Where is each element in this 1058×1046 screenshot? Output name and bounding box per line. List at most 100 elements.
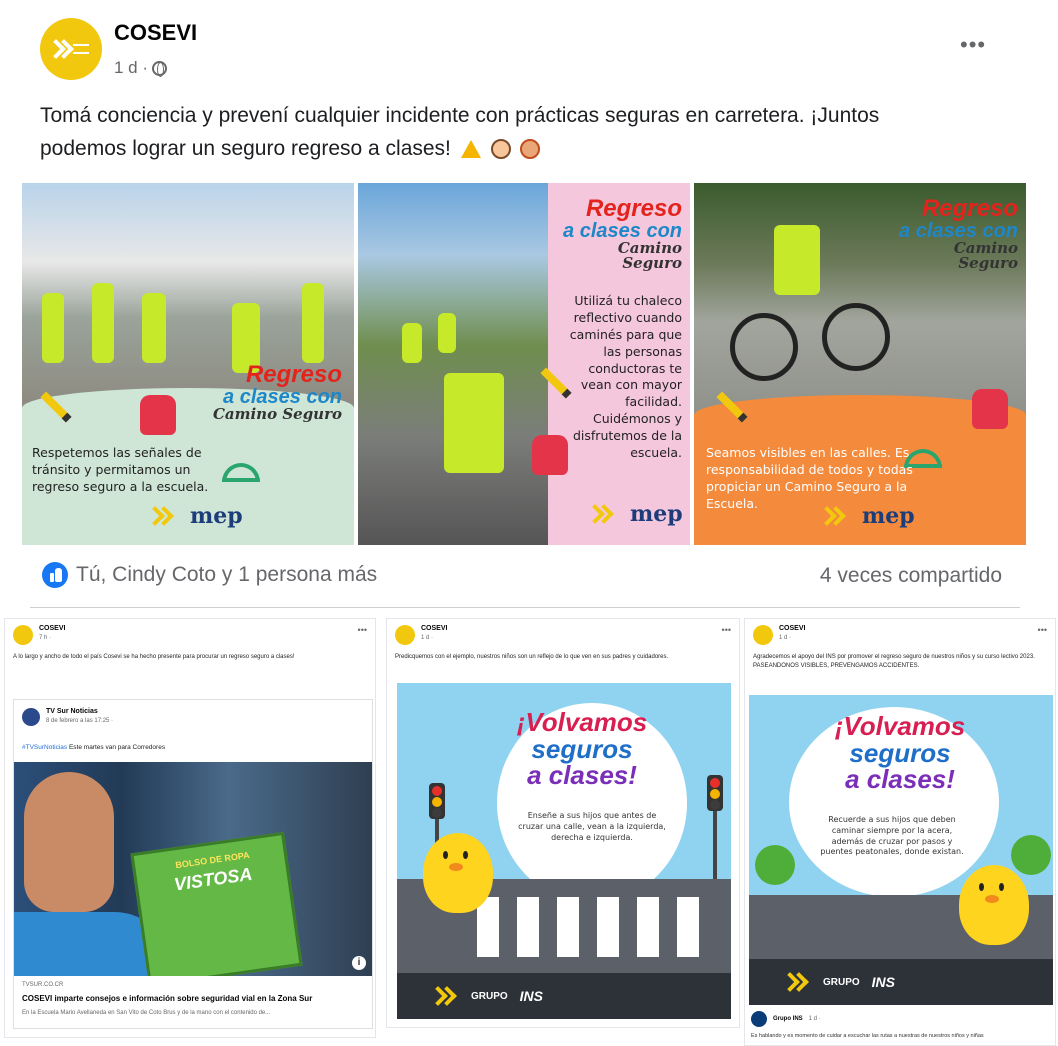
gallery-image-1[interactable]: Regreso a clases con Camino Seguro Respe… xyxy=(22,183,354,545)
post-time[interactable]: 1 d · xyxy=(779,635,791,641)
kid-figure xyxy=(438,313,456,353)
bubble-text: Enseñe a sus hijos que antes de cruzar u… xyxy=(518,811,666,842)
post-meta: 1 d · xyxy=(114,58,168,78)
post-time[interactable]: 1 d · xyxy=(114,58,148,78)
tree xyxy=(755,845,795,885)
page-name[interactable]: COSEVI xyxy=(421,625,447,632)
mep-logo: mep xyxy=(862,503,915,529)
crosswalk-stripe xyxy=(677,897,699,957)
link-source: TVSUR.CO.CR xyxy=(22,982,64,988)
face-icon xyxy=(490,139,511,159)
crosswalk-stripe xyxy=(597,897,619,957)
post-time[interactable]: 7 h · xyxy=(39,635,51,641)
mep-logo: mep xyxy=(190,503,243,529)
reactions-summary[interactable]: Tú, Cindy Coto y 1 persona más xyxy=(42,562,377,588)
shared-page-name[interactable]: TV Sur Noticias xyxy=(46,708,98,715)
face-icon xyxy=(520,139,541,159)
partner-logos: mep xyxy=(588,501,683,527)
shared-page-avatar[interactable] xyxy=(22,708,40,726)
globe-icon xyxy=(152,60,168,77)
title-line-3: Camino Seguro xyxy=(212,405,342,423)
post-text: Agradecemos el apoyo del INS por promove… xyxy=(753,653,1047,670)
image-gallery: Regreso a clases con Camino Seguro Respe… xyxy=(22,183,1026,545)
shared-link-photo[interactable]: BOLSO DE ROPA VISTOSA i xyxy=(14,762,372,976)
post-time[interactable]: 1 d · xyxy=(421,635,433,641)
ins-logo: INS xyxy=(871,974,896,990)
mep-logo: mep xyxy=(630,501,683,527)
ins-logo: INS xyxy=(519,988,544,1004)
page-name[interactable]: COSEVI xyxy=(39,625,65,632)
page-avatar[interactable] xyxy=(40,18,102,80)
link-title[interactable]: COSEVI imparte consejos e información so… xyxy=(22,994,312,1003)
main-post: COSEVI 1 d · ••• Tomá conciencia y preve… xyxy=(0,0,1058,612)
regreso-title: Regreso a clases con Camino Seguro xyxy=(890,197,1018,271)
poster-headline: ¡Volvamos seguros a clases! xyxy=(785,713,1015,793)
campaign-poster[interactable]: ¡Volvamos seguros a clases! Recuerde a s… xyxy=(749,695,1053,1005)
backpack-icon xyxy=(972,389,1008,429)
grupo-label: GRUPO xyxy=(471,990,508,1002)
kid-figure xyxy=(142,293,166,363)
like-icon xyxy=(42,562,68,588)
kid-figure xyxy=(302,283,324,363)
crosswalk-stripe xyxy=(517,897,539,957)
child-figure xyxy=(24,772,114,912)
page-avatar[interactable] xyxy=(13,625,33,645)
chick-mascot xyxy=(423,833,493,913)
page-avatar[interactable] xyxy=(395,625,415,645)
link-description: En la Escuela Mario Avellaneda en San Vi… xyxy=(22,1010,271,1016)
mini-post-2: COSEVI 1 d · ••• Predicquemos con el eje… xyxy=(386,618,740,1028)
cosevi-logo-icon xyxy=(820,508,848,524)
crosswalk-stripe xyxy=(637,897,659,957)
commenter-avatar[interactable] xyxy=(751,1011,767,1027)
shared-post-time[interactable]: 8 de febrero a las 17:25 · xyxy=(46,718,113,724)
tree xyxy=(1011,835,1051,875)
crosswalk-stripe xyxy=(557,897,579,957)
warning-icon xyxy=(460,140,481,158)
more-options-icon[interactable]: ••• xyxy=(722,625,731,635)
campaign-poster[interactable]: ¡Volvamos seguros a clases! Enseñe a sus… xyxy=(397,683,731,1019)
more-options-icon[interactable]: ••• xyxy=(1038,625,1047,635)
headline-line-2: seguros xyxy=(849,737,951,768)
regreso-title: Regreso a clases con Camino Seguro xyxy=(554,197,682,271)
commenter-name[interactable]: Grupo INS xyxy=(773,1016,803,1022)
post-text: A lo largo y ancho de todo el país Cosev… xyxy=(13,654,295,660)
post-text-body: Tomá conciencia y prevení cualquier inci… xyxy=(40,104,880,160)
title-line-2: a clases con xyxy=(563,220,682,242)
comment-text: Es hablando y es momento de cuidar a esc… xyxy=(751,1033,984,1039)
post-text-line-1: Agradecemos el apoyo del INS por promove… xyxy=(753,654,1035,660)
page-avatar[interactable] xyxy=(753,625,773,645)
grupo-label: GRUPO xyxy=(823,976,860,988)
page-name[interactable]: COSEVI xyxy=(779,625,805,632)
more-options-icon[interactable]: ••• xyxy=(358,625,367,635)
kid-figure xyxy=(402,323,422,363)
post-text: Predicquemos con el ejemplo, nuestros ni… xyxy=(395,654,669,660)
shares-count[interactable]: 4 veces compartido xyxy=(820,564,1002,588)
reactions-text: Tú, Cindy Coto y 1 persona más xyxy=(76,563,378,586)
title-line-1: Regreso xyxy=(921,195,1018,222)
more-options-icon[interactable]: ••• xyxy=(960,32,986,58)
gallery-image-2[interactable]: Regreso a clases con Camino Seguro Utili… xyxy=(358,183,690,545)
backpack-icon xyxy=(140,395,176,435)
title-line-1: Regreso xyxy=(585,195,682,222)
comment-header: Grupo INS 1 d · xyxy=(751,1011,821,1027)
post-text-line-2: PASEANDONOS VISIBLES, PREVENGAMOS ACCIDE… xyxy=(753,662,920,669)
divider xyxy=(30,607,1020,608)
poster-footer: GRUPO INS xyxy=(749,959,1053,1005)
hashtag-link[interactable]: #TVSurNoticias xyxy=(22,744,67,751)
page-name[interactable]: COSEVI xyxy=(114,20,197,46)
booklet: BOLSO DE ROPA VISTOSA xyxy=(130,831,303,976)
post-text: Tomá conciencia y prevení cualquier inci… xyxy=(40,100,970,165)
title-line-3: Camino Seguro xyxy=(617,239,682,272)
kid-figure xyxy=(444,373,504,473)
info-icon[interactable]: i xyxy=(352,956,366,970)
comment-time[interactable]: 1 d · xyxy=(809,1016,821,1022)
traffic-light-icon xyxy=(707,775,723,811)
shared-text: Este martes van para Corredores xyxy=(68,744,166,751)
gallery-image-3[interactable]: Regreso a clases con Camino Seguro Seamo… xyxy=(694,183,1026,545)
shared-post[interactable]: TV Sur Noticias 8 de febrero a las 17:25… xyxy=(13,699,373,1029)
mini-post-3: COSEVI 1 d · ••• Agradecemos el apoyo de… xyxy=(744,618,1056,1046)
bicycle-wheel xyxy=(730,313,798,381)
headline-line-3: a clases! xyxy=(527,760,637,791)
protractor-icon xyxy=(222,463,260,482)
kid-figure xyxy=(92,283,114,363)
